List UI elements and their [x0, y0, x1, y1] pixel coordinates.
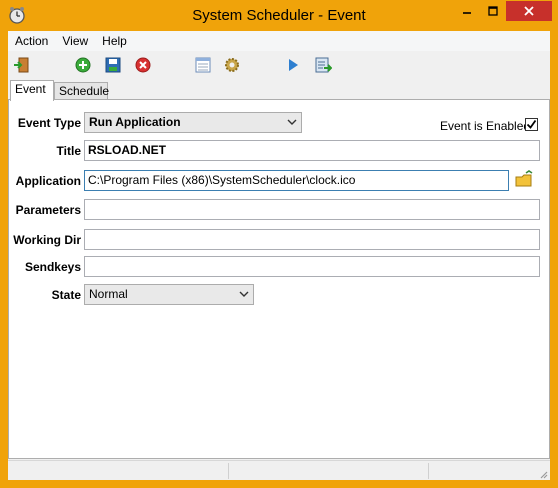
chevron-down-icon: [239, 288, 249, 302]
title-input[interactable]: RSLOAD.NET: [84, 140, 540, 161]
status-bar: [8, 460, 550, 480]
exit-icon[interactable]: [12, 55, 32, 75]
calendar-icon[interactable]: [193, 55, 213, 75]
parameters-input[interactable]: [84, 199, 540, 220]
tab-schedule[interactable]: Schedule: [54, 82, 109, 100]
application-label: Application: [15, 174, 81, 188]
event-type-select[interactable]: Run Application: [84, 112, 302, 133]
menu-action[interactable]: Action: [8, 34, 55, 48]
resize-grip-icon[interactable]: [538, 468, 548, 479]
status-divider: [428, 463, 429, 479]
add-icon[interactable]: [73, 55, 93, 75]
status-divider: [228, 463, 229, 479]
tab-strip: Event Schedule: [8, 80, 550, 101]
event-type-value: Run Application: [89, 115, 181, 129]
toolbar: [8, 52, 550, 78]
event-type-label: Event Type: [17, 116, 81, 130]
application-input[interactable]: C:\Program Files (x86)\SystemScheduler\c…: [84, 170, 509, 191]
run-icon[interactable]: [283, 55, 303, 75]
state-value: Normal: [89, 287, 128, 301]
minimize-button[interactable]: [454, 1, 480, 21]
event-enabled-label: Event is Enabled: [440, 119, 531, 133]
state-select[interactable]: Normal: [84, 284, 254, 305]
tab-event[interactable]: Event: [10, 80, 54, 101]
title-label: Title: [56, 144, 81, 158]
working-dir-input[interactable]: [84, 229, 540, 250]
settings-gear-icon[interactable]: [222, 55, 242, 75]
chevron-down-icon: [287, 116, 297, 130]
sendkeys-label: Sendkeys: [24, 260, 81, 274]
menu-bar: Action View Help: [8, 31, 550, 51]
export-icon[interactable]: [313, 55, 333, 75]
browse-folder-icon[interactable]: [514, 170, 534, 190]
close-button[interactable]: [506, 1, 552, 21]
maximize-button[interactable]: [480, 1, 506, 21]
sendkeys-input[interactable]: [84, 256, 540, 277]
event-panel: Event Type Run Application Event is Enab…: [8, 99, 550, 459]
parameters-label: Parameters: [15, 203, 81, 217]
app-window: System Scheduler - Event Action View Hel…: [0, 0, 558, 488]
event-enabled-checkbox[interactable]: [525, 118, 538, 131]
state-label: State: [51, 288, 81, 302]
delete-icon[interactable]: [133, 55, 153, 75]
save-icon[interactable]: [103, 55, 123, 75]
working-dir-label: Working Dir: [13, 233, 81, 247]
menu-help[interactable]: Help: [95, 34, 134, 48]
menu-view[interactable]: View: [55, 34, 95, 48]
title-bar[interactable]: System Scheduler - Event: [0, 0, 558, 31]
client-area: Action View Help Event Schedule Event Ty…: [8, 31, 550, 480]
